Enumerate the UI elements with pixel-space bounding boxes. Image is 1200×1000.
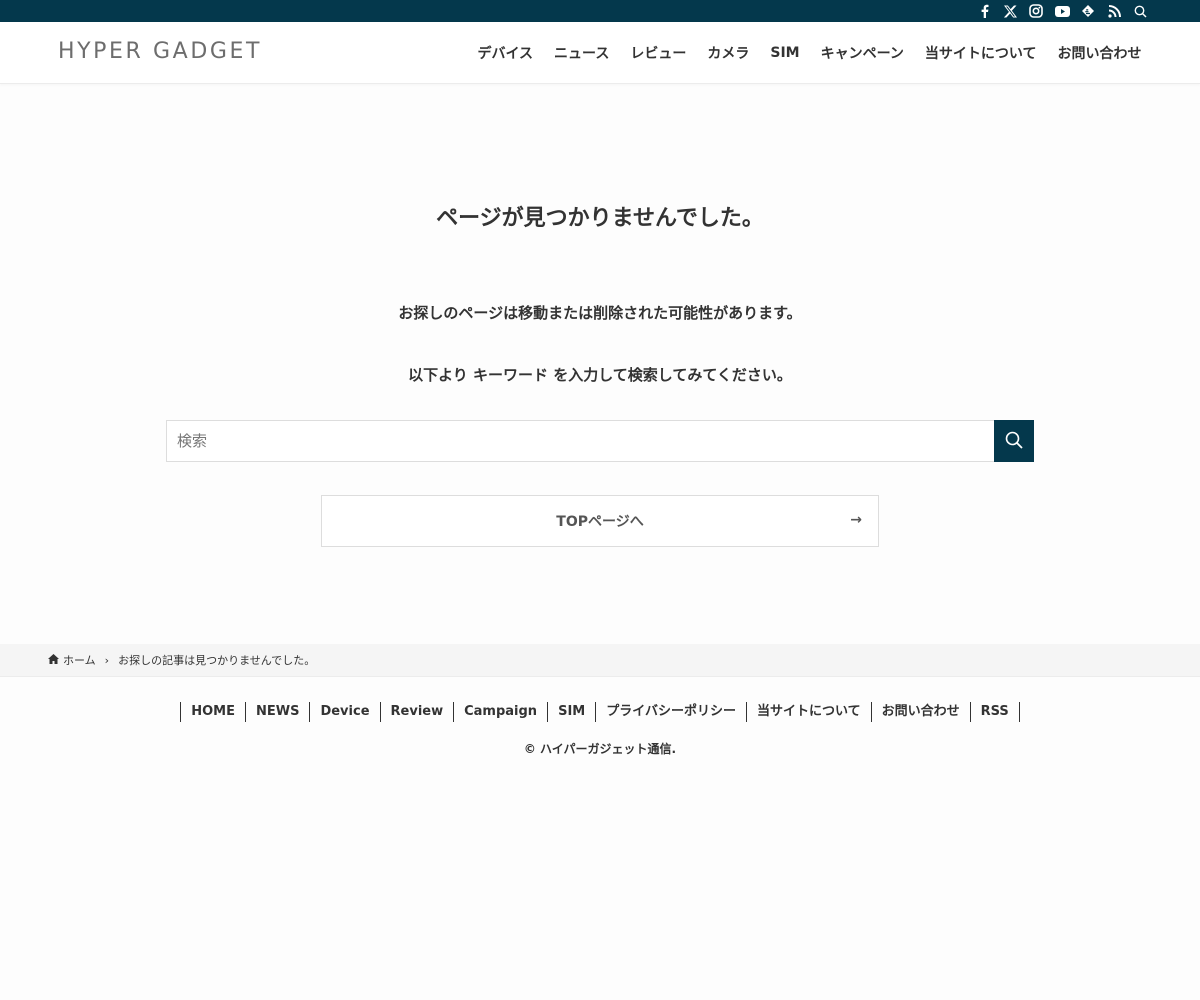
home-icon bbox=[48, 653, 59, 667]
footer-link-sim[interactable]: SIM bbox=[547, 702, 595, 722]
rss-icon[interactable] bbox=[1106, 3, 1122, 19]
copyright: © ハイパーガジェット通信. bbox=[523, 742, 677, 756]
footer-link-news[interactable]: NEWS bbox=[244, 702, 309, 722]
nav-item-about[interactable]: 当サイトについて bbox=[914, 43, 1047, 63]
nav-item-news[interactable]: ニュース bbox=[544, 43, 620, 63]
site-header: HYPER GADGET デバイス ニュース レビュー カメラ SIM キャンペ… bbox=[0, 22, 1200, 84]
instagram-icon[interactable] bbox=[1028, 3, 1044, 19]
search-icon[interactable] bbox=[1132, 3, 1148, 19]
nav-item-contact[interactable]: お問い合わせ bbox=[1047, 43, 1152, 63]
top-bar bbox=[0, 0, 1200, 22]
not-found-message: お探しのページは移動または削除された可能性があります。 bbox=[398, 304, 802, 322]
x-icon[interactable] bbox=[1002, 3, 1018, 19]
arrow-right-icon: → bbox=[850, 512, 862, 528]
search-input[interactable] bbox=[166, 420, 994, 462]
footer-nav: HOME NEWS Device Review Campaign SIM プライ… bbox=[0, 701, 1200, 723]
footer-link-rss[interactable]: RSS bbox=[969, 702, 1020, 722]
nav-item-review[interactable]: レビュー bbox=[620, 43, 697, 63]
nav-item-device[interactable]: デバイス bbox=[467, 43, 544, 63]
footer-link-campaign[interactable]: Campaign bbox=[453, 702, 547, 722]
global-nav: デバイス ニュース レビュー カメラ SIM キャンペーン 当サイトについて お… bbox=[467, 22, 1152, 84]
breadcrumb-current: お探しの記事は見つかりませんでした。 bbox=[118, 654, 316, 667]
breadcrumb-home-label: ホーム bbox=[63, 654, 96, 667]
breadcrumb-home[interactable]: ホーム bbox=[48, 652, 96, 668]
site-logo[interactable]: HYPER GADGET bbox=[58, 39, 262, 64]
chevron-right-icon: › bbox=[104, 653, 110, 667]
breadcrumb: ホーム › お探しの記事は見つかりませんでした。 bbox=[0, 644, 1200, 677]
top-page-button-label: TOPページへ bbox=[556, 514, 644, 530]
search-icon bbox=[1005, 431, 1023, 452]
top-page-button[interactable]: TOPページへ → bbox=[321, 495, 879, 547]
nav-item-sim[interactable]: SIM bbox=[760, 45, 810, 61]
page-title: ページが見つかりませんでした。 bbox=[436, 206, 764, 231]
youtube-icon[interactable] bbox=[1054, 3, 1070, 19]
footer-link-about[interactable]: 当サイトについて bbox=[745, 702, 871, 722]
footer-link-privacy[interactable]: プライバシーポリシー bbox=[595, 702, 746, 722]
footer-link-review[interactable]: Review bbox=[379, 702, 454, 722]
search-button[interactable] bbox=[994, 420, 1034, 462]
feedly-icon[interactable] bbox=[1080, 3, 1096, 19]
footer-link-contact[interactable]: お問い合わせ bbox=[870, 702, 970, 722]
search-form bbox=[166, 420, 1034, 462]
footer-link-home[interactable]: HOME bbox=[180, 702, 245, 722]
nav-item-camera[interactable]: カメラ bbox=[697, 43, 760, 63]
facebook-icon[interactable] bbox=[976, 3, 992, 19]
search-hint-message: 以下より キーワード を入力して検索してみてください。 bbox=[408, 366, 792, 384]
nav-item-campaign[interactable]: キャンペーン bbox=[810, 43, 914, 63]
footer-link-device[interactable]: Device bbox=[309, 702, 379, 722]
